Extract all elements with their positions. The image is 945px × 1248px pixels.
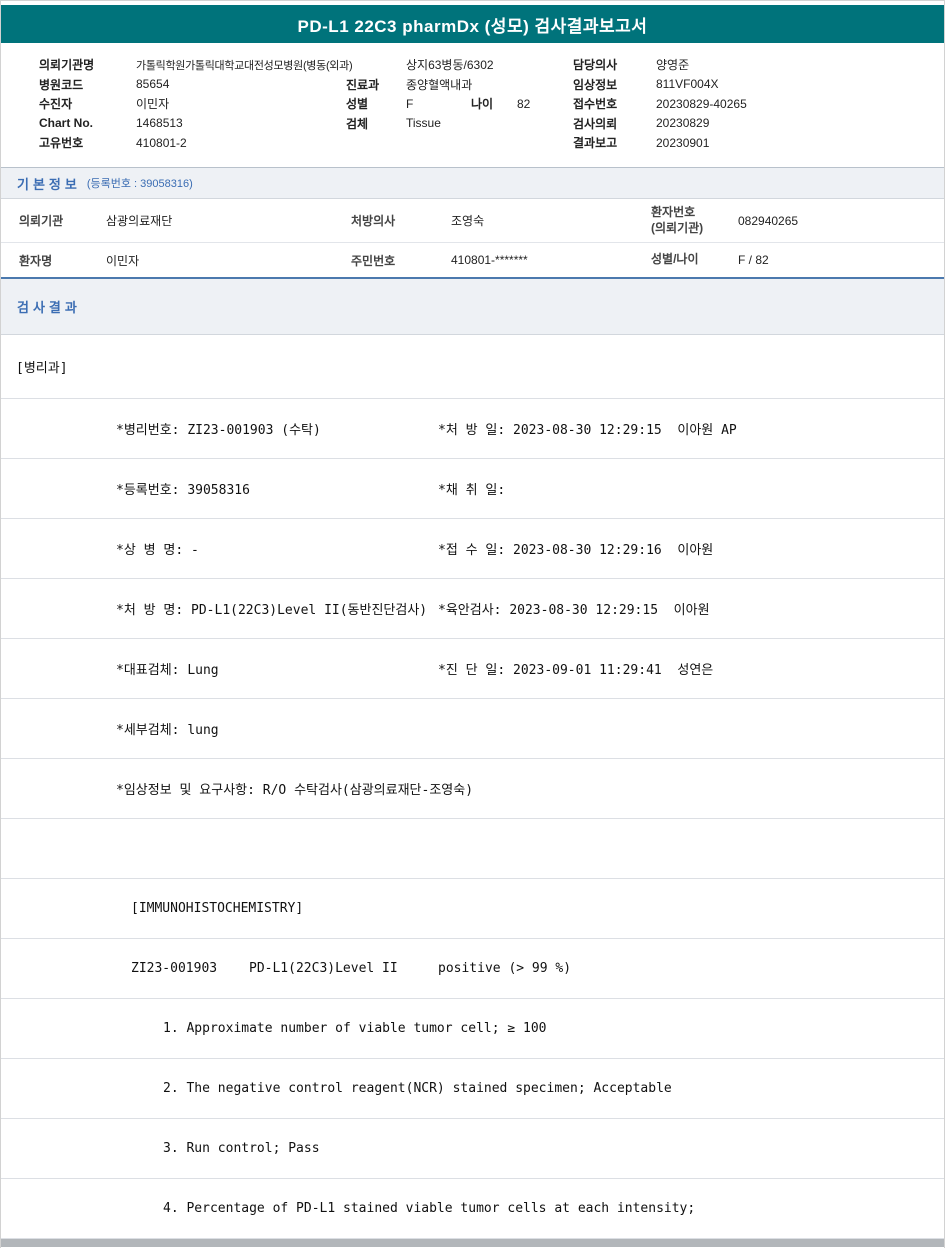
report-title-bar: PD-L1 22C3 pharmDx (성모) 검사결과보고서 [1, 5, 944, 43]
field-value: 양영준 [656, 58, 690, 73]
value-ordering-institution: 삼광의료재단 [106, 214, 173, 228]
field-label: 나이 [471, 97, 494, 112]
field-label: 검사의뢰 [573, 116, 618, 131]
basic-info-table: 의뢰기관 삼광의료재단 처방의사 조영숙 환자번호 (의뢰기관) 0829402… [1, 199, 944, 279]
field-label: 병원코드 [39, 77, 84, 92]
value-prescribing-doctor: 조영숙 [451, 214, 485, 228]
report-left-text: *대표검체: Lung [116, 663, 219, 678]
field-label: 결과보고 [573, 136, 618, 151]
value-patient-name: 이민자 [106, 253, 140, 268]
section-basic-info-header: 기본정보 (등록번호 : 39058316) [1, 167, 944, 199]
field-value: 410801-2 [136, 135, 187, 150]
section-results-header: 검사결과 [1, 279, 944, 335]
finding-row: 2. The negative control reagent(NCR) sta… [1, 1059, 944, 1119]
finding-line: 3. Run control; Pass [163, 1141, 320, 1156]
report-page: PD-L1 22C3 pharmDx (성모) 검사결과보고서 의뢰기관명 가톨… [0, 0, 945, 1248]
field-value: 1468513 [136, 116, 183, 131]
value-patient-number: 082940265 [738, 213, 799, 228]
section-subtitle: (등록번호 : 39058316) [86, 178, 193, 190]
value-resident-number: 410801-******* [451, 253, 528, 267]
row-chart-no: Chart No. 1468513 검체 Tissue 검사의뢰 2023082… [1, 114, 944, 134]
field-value: 이민자 [136, 97, 170, 112]
report-left-text: *임상정보 및 요구사항: R/O 수탁검사(삼광의료재단-조영숙) [116, 783, 474, 798]
ihc-section-header: [IMMUNOHISTOCHEMISTRY] [131, 901, 304, 916]
test-name: PD-L1(22C3)Level II [249, 961, 398, 976]
report-left-text: *상 병 명: - [116, 543, 199, 558]
report-line: *처 방 명: PD-L1(22C3)Level II(동반진단검사) *육안검… [1, 579, 944, 639]
basic-info-row: 환자명 이민자 주민번호 410801-******* 성별/나이 F / 82 [1, 243, 944, 277]
field-label: 담당의사 [573, 58, 618, 73]
test-result: positive (> 99 %) [438, 961, 572, 976]
finding-row: 3. Run control; Pass [1, 1119, 944, 1179]
report-right-text: *육안검사: 2023-08-30 12:29:15 이아원 [438, 603, 710, 618]
label-patient-number-line2: (의뢰기관) [651, 220, 704, 235]
field-value: 20230901 [656, 135, 710, 150]
label-patient-number: 환자번호 (의뢰기관) [651, 205, 738, 236]
field-value: 20230829 [656, 116, 710, 131]
field-label: 임상정보 [573, 77, 618, 92]
report-line: *세부검체: lung [1, 699, 944, 759]
patient-info-header: 의뢰기관명 가톨릭학원가톨릭대학교대전성모병원(병동(외과) 상지63병동/63… [1, 43, 944, 167]
finding-line: 1. Approximate number of viable tumor ce… [163, 1021, 547, 1036]
report-right-text: *진 단 일: 2023-09-01 11:29:41 성연은 [438, 663, 714, 678]
report-empty-line [1, 819, 944, 879]
field-value: Tissue [406, 116, 441, 131]
field-value: 811VF004X [656, 77, 719, 92]
field-value: 85654 [136, 77, 170, 92]
ihc-section-row: [IMMUNOHISTOCHEMISTRY] [1, 879, 944, 939]
label-ordering-institution: 의뢰기관 [19, 214, 64, 228]
department-row: [병리과] [1, 335, 944, 399]
finding-row: 1. Approximate number of viable tumor ce… [1, 999, 944, 1059]
label-resident-number: 주민번호 [351, 253, 396, 268]
report-right-text: *채 취 일: [438, 483, 506, 498]
field-label: 수진자 [39, 97, 73, 112]
field-value: 종양혈액내과 [406, 77, 473, 92]
row-hospital-code: 병원코드 85654 진료과 종양혈액내과 임상정보 811VF004X [1, 75, 944, 95]
report-left-text: *처 방 명: PD-L1(22C3)Level II(동반진단검사) [116, 603, 428, 618]
row-institution-name: 의뢰기관명 가톨릭학원가톨릭대학교대전성모병원(병동(외과) 상지63병동/63… [1, 55, 944, 75]
finding-line: 4. Percentage of PD-L1 stained viable tu… [163, 1201, 696, 1216]
field-label: 진료과 [346, 77, 380, 92]
finding-row: 4. Percentage of PD-L1 stained viable tu… [1, 1179, 944, 1239]
field-label: 의뢰기관명 [39, 58, 95, 73]
finding-line: 2. The negative control reagent(NCR) sta… [163, 1081, 672, 1096]
label-prescribing-doctor: 처방의사 [351, 214, 396, 228]
field-label: 성별 [346, 97, 369, 112]
field-label: 고유번호 [39, 136, 84, 151]
field-label: 접수번호 [573, 97, 618, 112]
report-line: *대표검체: Lung *진 단 일: 2023-09-01 11:29:41 … [1, 639, 944, 699]
field-label: Chart No. [39, 116, 93, 131]
report-right-text: *접 수 일: 2023-08-30 12:29:16 이아원 [438, 543, 714, 558]
report-left-text: *병리번호: ZI23-001903 (수탁) [116, 423, 321, 438]
field-label: 검체 [346, 116, 369, 131]
row-patient-name: 수진자 이민자 성별 F 나이 82 접수번호 20230829-40265 [1, 94, 944, 114]
department-label: [병리과] [16, 361, 68, 376]
label-patient-number-line1: 환자번호 [651, 204, 696, 219]
label-patient-name: 환자명 [19, 253, 53, 268]
report-left-text: *세부검체: lung [116, 723, 219, 738]
value-sex-age: F / 82 [738, 253, 769, 267]
report-right-text: *처 방 일: 2023-08-30 12:29:15 이아원 AP [438, 423, 737, 438]
ihc-result-row: ZI23-001903 PD-L1(22C3)Level II positive… [1, 939, 944, 999]
report-left-text: *등록번호: 39058316 [116, 483, 250, 498]
report-line: *병리번호: ZI23-001903 (수탁) *처 방 일: 2023-08-… [1, 399, 944, 459]
report-title: PD-L1 22C3 pharmDx (성모) 검사결과보고서 [297, 16, 648, 36]
report-line: *상 병 명: - *접 수 일: 2023-08-30 12:29:16 이아… [1, 519, 944, 579]
field-value: 상지63병동/6302 [406, 58, 494, 73]
specimen-code: ZI23-001903 [131, 961, 218, 976]
field-value: 82 [517, 96, 531, 111]
report-line: *임상정보 및 요구사항: R/O 수탁검사(삼광의료재단-조영숙) [1, 759, 944, 819]
bottom-strip [1, 1239, 944, 1247]
label-sex-age: 성별/나이 [651, 252, 699, 267]
section-title: 기본정보 [17, 176, 81, 192]
section-title: 검사결과 [17, 300, 81, 315]
field-value: 20230829-40265 [656, 96, 747, 111]
basic-info-row: 의뢰기관 삼광의료재단 처방의사 조영숙 환자번호 (의뢰기관) 0829402… [1, 199, 944, 243]
field-value: 가톨릭학원가톨릭대학교대전성모병원(병동(외과) [136, 59, 353, 72]
field-value: F [406, 96, 414, 111]
row-unique-no: 고유번호 410801-2 결과보고 20230901 [1, 133, 944, 153]
report-line: *등록번호: 39058316 *채 취 일: [1, 459, 944, 519]
